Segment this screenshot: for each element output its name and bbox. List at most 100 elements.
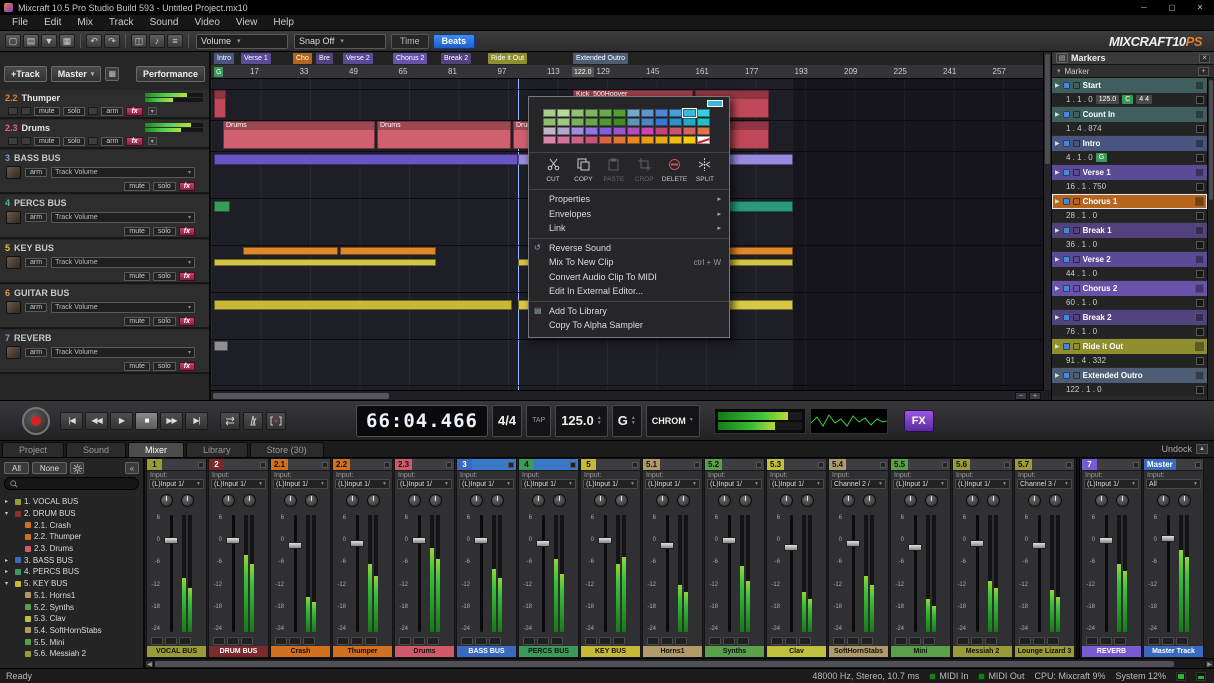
mixer-channel-strip[interactable]: 5.7 Input: Channel 3 / ▼ 60-6-12-18-24 L… <box>1014 458 1075 658</box>
mute-button[interactable] <box>337 637 349 645</box>
tab-project[interactable]: Project <box>2 442 64 457</box>
strip-track-name[interactable]: Drums <box>395 646 454 657</box>
go-to-end-button[interactable]: ▶| <box>185 412 208 430</box>
strip-header[interactable]: 5 <box>581 459 640 471</box>
strip-header[interactable]: 2 <box>209 459 268 471</box>
metronome-icon[interactable] <box>243 412 263 430</box>
pan-knob[interactable] <box>491 494 504 507</box>
zoom-out-button[interactable]: − <box>1015 392 1027 400</box>
marker-row-button[interactable] <box>1196 299 1204 307</box>
paste-button[interactable]: PASTE <box>600 158 628 183</box>
markers-scrollbar[interactable] <box>1207 78 1214 400</box>
automation-icon[interactable] <box>88 107 98 115</box>
marker-play-icon[interactable]: ▶ <box>1055 285 1060 292</box>
audio-clip[interactable]: Drums <box>223 121 375 149</box>
mixer-tree-item[interactable]: ▾ 2. DRUM BUS <box>0 508 143 520</box>
color-swatch[interactable] <box>599 136 612 144</box>
key-spinner[interactable]: ▲▼ <box>631 416 636 426</box>
menu-item-track[interactable]: Track <box>101 15 142 30</box>
strip-header[interactable]: 5.5 <box>891 459 950 471</box>
marker-row[interactable]: ▶ Ride it Out 91 . 4 . 332 <box>1052 339 1207 367</box>
track-name[interactable]: Thumper <box>22 93 61 103</box>
tempo-marker-chip[interactable]: 122.0 <box>572 67 594 77</box>
strip-track-name[interactable]: DRUM BUS <box>209 646 268 657</box>
color-swatch[interactable] <box>655 127 668 135</box>
arm-button[interactable]: arm <box>25 303 47 312</box>
color-swatch[interactable] <box>683 118 696 126</box>
strip-track-name[interactable]: KEY BUS <box>581 646 640 657</box>
color-swatch[interactable] <box>627 127 640 135</box>
eq-knob[interactable] <box>1028 494 1041 507</box>
track-name[interactable]: REVERB <box>14 333 52 343</box>
mixer-channel-strip[interactable]: 5.6 Input: (L)Input 1/ ▼ 60-6-12-18-24 M… <box>952 458 1013 658</box>
mixer-tree-item[interactable]: 5.1. Horns1 <box>0 590 143 602</box>
eq-knob[interactable] <box>1095 494 1108 507</box>
solo-button[interactable]: solo <box>153 227 176 236</box>
mute-button[interactable]: mute <box>124 182 150 191</box>
marker-options-button[interactable] <box>1195 168 1204 177</box>
input-source-dropdown[interactable]: (L)Input 1/ ▼ <box>769 479 824 489</box>
mixer-channel-strip[interactable]: 5.4 Input: Channel 2 / ▼ 60-6-12-18-24 S… <box>828 458 889 658</box>
tree-arrow-icon[interactable]: ▸ <box>5 568 12 575</box>
strip-select-box[interactable] <box>756 462 762 468</box>
fader-handle[interactable] <box>474 537 488 544</box>
marker-row-button[interactable] <box>1196 328 1204 336</box>
eq-knob[interactable] <box>222 494 235 507</box>
open-project-icon[interactable]: ▤ <box>23 34 39 48</box>
loop-icon[interactable] <box>220 412 240 430</box>
fader-handle[interactable] <box>226 537 240 544</box>
strip-header[interactable]: 5.6 <box>953 459 1012 471</box>
color-swatch[interactable] <box>683 136 696 144</box>
mute-button[interactable] <box>771 637 783 645</box>
select-all-button[interactable]: All <box>4 462 29 474</box>
tree-arrow-icon[interactable]: ▸ <box>5 557 12 564</box>
strip-select-box[interactable] <box>1195 462 1201 468</box>
audio-clip[interactable] <box>214 90 226 118</box>
section-marker-flag[interactable]: Break 2 <box>441 53 471 64</box>
strip-track-name[interactable]: Thumper <box>333 646 392 657</box>
master-fx-button[interactable]: FX <box>904 410 934 432</box>
input-source-dropdown[interactable]: (L)Input 1/ ▼ <box>397 479 452 489</box>
mixer-tree-item[interactable]: 2.2. Thumper <box>0 531 143 543</box>
input-source-dropdown[interactable]: (L)Input 1/ ▼ <box>211 479 266 489</box>
volume-fader[interactable] <box>1097 513 1115 634</box>
strip-select-box[interactable] <box>1066 462 1072 468</box>
fx-button[interactable]: fx <box>126 107 142 116</box>
solo-button[interactable] <box>661 637 673 645</box>
fader-handle[interactable] <box>536 540 550 547</box>
redo-icon[interactable]: ↷ <box>104 34 120 48</box>
color-swatch[interactable] <box>585 118 598 126</box>
marker-options-button[interactable] <box>1195 81 1204 90</box>
fader-handle[interactable] <box>846 540 860 547</box>
strip-header[interactable]: 4 <box>519 459 578 471</box>
volume-fader[interactable] <box>410 513 428 634</box>
strip-header[interactable]: 5.7 <box>1015 459 1074 471</box>
section-marker-flag[interactable]: Chorus 2 <box>393 53 427 64</box>
strip-track-name[interactable]: PERCS BUS <box>519 646 578 657</box>
fx-button[interactable] <box>241 637 253 645</box>
menu-item-sound[interactable]: Sound <box>142 15 187 30</box>
strip-select-box[interactable] <box>446 462 452 468</box>
color-swatch[interactable] <box>655 109 668 117</box>
eq-knob[interactable] <box>160 494 173 507</box>
bus-track-header[interactable]: 3 BASS BUS arm Track Volume ▾ mute solo … <box>0 150 209 194</box>
color-swatch[interactable] <box>557 136 570 144</box>
fx-button[interactable] <box>985 637 997 645</box>
volume-fader[interactable] <box>844 513 862 634</box>
strip-select-box[interactable] <box>942 462 948 468</box>
volume-fader[interactable] <box>906 513 924 634</box>
fast-forward-button[interactable]: ▶▶ <box>160 412 183 430</box>
rewind-button[interactable]: ◀◀ <box>85 412 108 430</box>
marker-row[interactable]: ▶ Intro 4 . 1 . 0 G <box>1052 136 1207 164</box>
strip-header[interactable]: 7 <box>1082 459 1141 471</box>
menu-item-convert-audio-clip-to-midi[interactable]: Convert Audio Clip To MIDI <box>529 270 729 285</box>
fader-handle[interactable] <box>970 540 984 547</box>
marker-options-button[interactable] <box>1195 226 1204 235</box>
color-swatch[interactable] <box>557 118 570 126</box>
pan-knob[interactable] <box>987 494 1000 507</box>
mixer-channel-strip[interactable]: 1 Input: (L)Input 1/ ▼ 60-6-12-18-24 VOC… <box>146 458 207 658</box>
close-button[interactable]: ✕ <box>1186 0 1214 15</box>
marker-play-icon[interactable]: ▶ <box>1055 343 1060 350</box>
color-swatch[interactable] <box>627 136 640 144</box>
menu-item-copy-to-alpha-sampler[interactable]: Copy To Alpha Sampler <box>529 318 729 333</box>
